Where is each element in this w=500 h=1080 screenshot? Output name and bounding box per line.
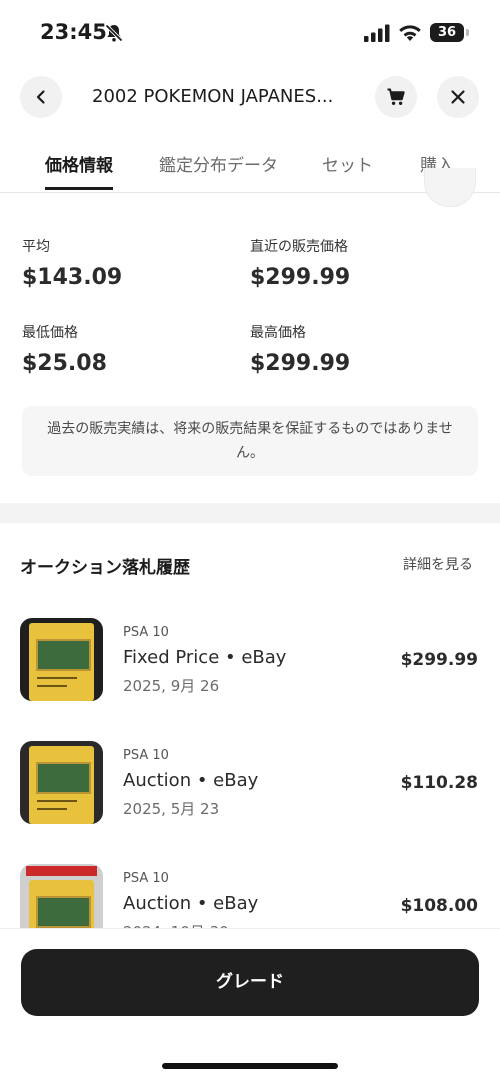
auction-history-title: オークション落札履歴: [20, 558, 190, 578]
sale-price: $108.00: [400, 896, 478, 916]
scroll-handle[interactable]: [424, 168, 476, 207]
grade-label: PSA 10: [123, 871, 169, 886]
card-artwork: [36, 896, 91, 928]
active-tab-indicator: [45, 187, 113, 190]
recent-price-label: 直近の販売価格: [250, 239, 348, 255]
battery-cap: [466, 29, 469, 36]
grade-button[interactable]: グレード: [21, 949, 479, 1016]
bottom-bar: グレード: [0, 928, 500, 1080]
section-divider: [0, 503, 500, 523]
card-text-line: [37, 677, 77, 679]
status-time: 23:45: [40, 20, 107, 44]
cellular-signal-icon: [364, 24, 390, 42]
page-title: 2002 POKEMON JAPANES...: [92, 86, 334, 107]
list-item[interactable]: PSA 10 Auction • eBay 2025, 5月 23 $110.2…: [0, 741, 500, 841]
sale-type: Auction • eBay: [123, 893, 259, 914]
battery-icon: 36: [430, 23, 464, 42]
screen: 23:45 36 2002 POKEMON JAPANES... 価格情報 鑑定…: [0, 0, 500, 1080]
list-item[interactable]: PSA 10 Fixed Price • eBay 2025, 9月 26 $2…: [0, 618, 500, 718]
card-thumbnail: [20, 741, 103, 824]
see-details-link[interactable]: 詳細を見る: [403, 554, 473, 574]
grade-label: PSA 10: [123, 748, 169, 763]
sale-date: 2025, 5月 23: [123, 800, 220, 818]
card-thumbnail: [20, 618, 103, 701]
average-label: 平均: [22, 239, 50, 255]
tab-price-info[interactable]: 価格情報: [45, 151, 113, 176]
sale-type: Fixed Price • eBay: [123, 647, 287, 668]
card-image: [29, 746, 94, 824]
tab-grade-distribution[interactable]: 鑑定分布データ: [159, 151, 278, 176]
average-value: $143.09: [22, 265, 123, 290]
card-text-line: [37, 800, 77, 802]
back-button[interactable]: [20, 76, 62, 118]
bell-off-icon: [105, 24, 123, 42]
lowest-price-label: 最低価格: [22, 325, 78, 341]
card-text-line: [37, 685, 67, 687]
home-indicator[interactable]: [162, 1063, 338, 1069]
close-icon: [451, 90, 465, 104]
card-text-line: [37, 808, 67, 810]
cart-icon: [387, 88, 405, 105]
grade-label: PSA 10: [123, 625, 169, 640]
close-button[interactable]: [437, 76, 479, 118]
sale-type: Auction • eBay: [123, 770, 259, 791]
card-artwork: [36, 639, 91, 671]
tab-set[interactable]: セット: [322, 151, 373, 176]
card-artwork: [36, 762, 91, 794]
chevron-left-icon: [36, 90, 45, 104]
cart-button[interactable]: [375, 76, 417, 118]
wifi-icon: [399, 25, 421, 41]
lowest-price-value: $25.08: [22, 351, 107, 376]
psa-slab-label: [26, 866, 97, 876]
card-image: [29, 623, 94, 701]
sale-date: 2025, 9月 26: [123, 677, 220, 695]
sale-price: $299.99: [400, 650, 478, 670]
recent-price-value: $299.99: [250, 265, 351, 290]
disclaimer-box: 過去の販売実績は、将来の販売結果を保証するものではありません。: [22, 406, 478, 476]
status-bar: 23:45 36: [0, 0, 500, 62]
highest-price-value: $299.99: [250, 351, 351, 376]
sale-price: $110.28: [400, 773, 478, 793]
highest-price-label: 最高価格: [250, 325, 306, 341]
